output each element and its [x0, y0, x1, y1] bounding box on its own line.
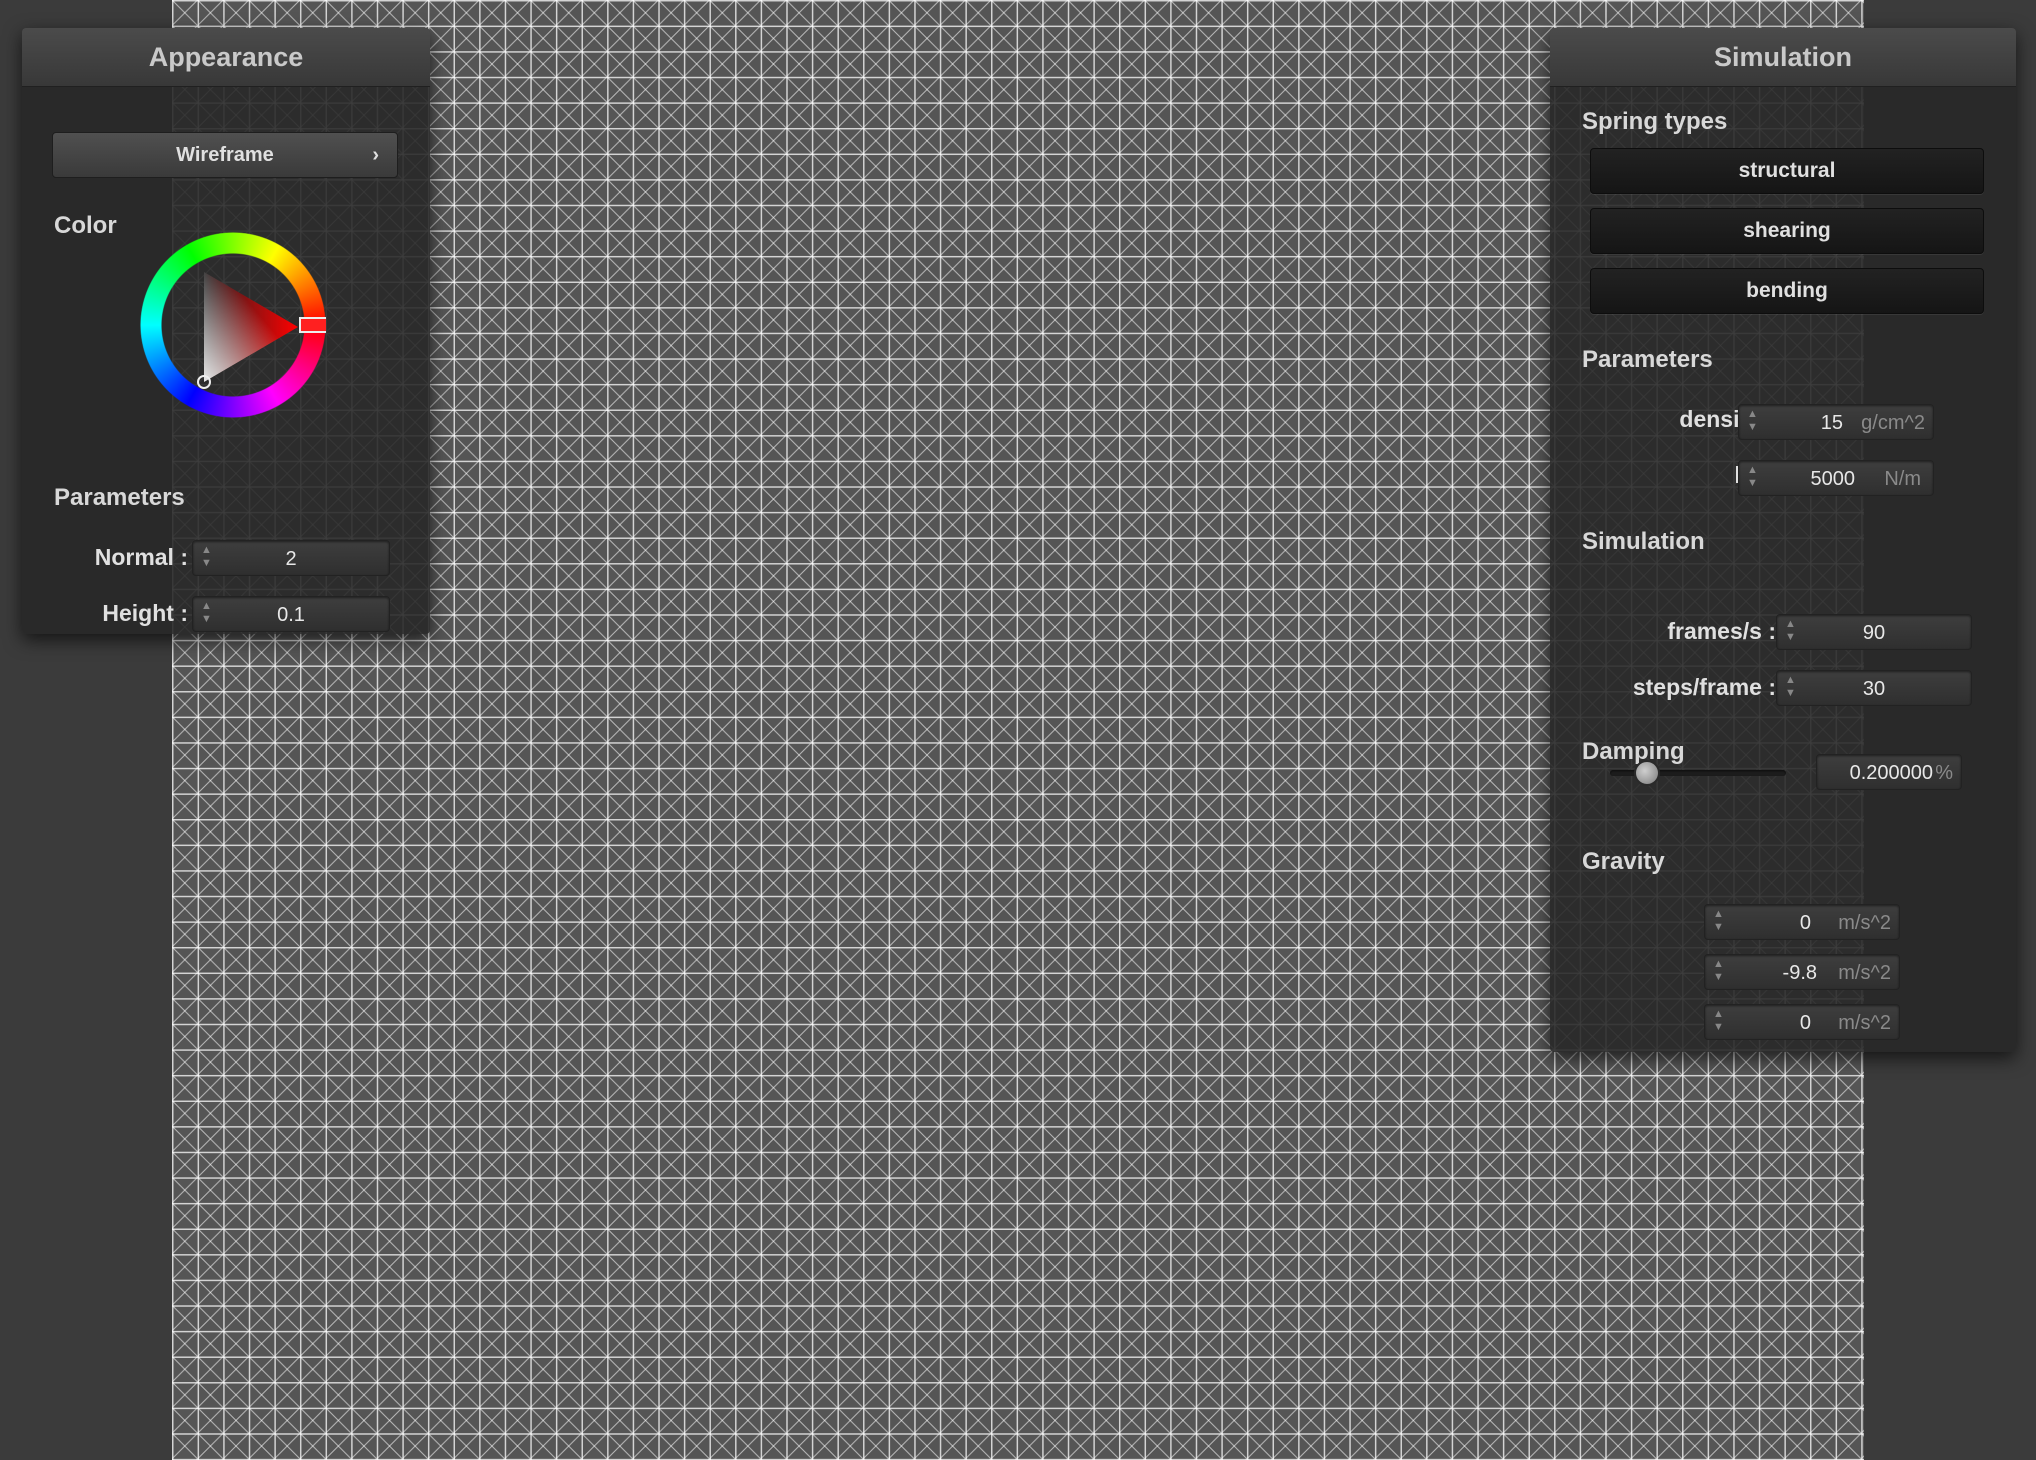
steps-per-frame-input[interactable]: ▲ ▼ 30	[1776, 670, 1972, 706]
simulation-panel-title: Simulation	[1550, 28, 2016, 87]
gravity-label: Gravity	[1582, 848, 1665, 875]
gravity-y-unit: m/s^2	[1838, 962, 1891, 984]
density-value: 15	[1820, 412, 1843, 434]
hue-picker-handle[interactable]	[299, 317, 329, 333]
damping-unit: %	[1935, 762, 1953, 784]
render-mode-value: Wireframe	[176, 144, 274, 166]
color-section-label: Color	[54, 212, 117, 239]
simulation-section-label: Simulation	[1582, 528, 1705, 555]
height-value: 0.1	[277, 604, 305, 626]
density-unit: g/cm^2	[1861, 412, 1925, 434]
frames-per-second-input[interactable]: ▲ ▼ 90	[1776, 614, 1972, 650]
gravity-z-input[interactable]: ▲ ▼ 0 m/s^2	[1704, 1004, 1900, 1040]
frames-per-second-value: 90	[1862, 622, 1886, 644]
render-mode-dropdown[interactable]: Wireframe ›	[52, 132, 398, 178]
chevron-right-icon: ›	[372, 144, 379, 166]
density-input[interactable]: ▲ ▼ 15 g/cm^2	[1738, 404, 1934, 440]
appearance-panel-title: Appearance	[22, 28, 430, 87]
frames-per-second-label: frames/s :	[1667, 618, 1776, 644]
gravity-z-unit: m/s^2	[1838, 1012, 1891, 1034]
normal-input[interactable]: ▲ ▼ 2	[192, 540, 390, 576]
up-down-arrows-icon[interactable]: ▲ ▼	[1713, 1008, 1724, 1034]
gravity-x-value: 0	[1799, 912, 1811, 934]
gravity-x-unit: m/s^2	[1838, 912, 1891, 934]
gravity-y-value: -9.8	[1782, 962, 1817, 984]
steps-per-frame-label: steps/frame :	[1632, 674, 1776, 700]
bending-spring-button[interactable]: bending	[1590, 268, 1984, 314]
damping-slider-handle[interactable]	[1634, 760, 1661, 786]
damping-value: 0.200000	[1849, 762, 1933, 784]
appearance-panel: Appearance Wireframe › Color Parameters …	[22, 28, 430, 634]
color-wheel[interactable]	[140, 232, 329, 418]
appearance-parameters-label: Parameters	[54, 484, 185, 511]
height-label: Height :	[102, 600, 188, 626]
shearing-spring-button[interactable]: shearing	[1590, 208, 1984, 254]
ks-input[interactable]: ▲ ▼ 5000 N/m	[1738, 460, 1934, 496]
simulation-parameters-label: Parameters	[1582, 346, 1713, 373]
up-down-arrows-icon[interactable]: ▲ ▼	[1747, 464, 1758, 490]
damping-label: Damping	[1582, 738, 1685, 765]
gravity-y-input[interactable]: ▲ ▼ -9.8 m/s^2	[1704, 954, 1900, 990]
damping-input[interactable]: 0.200000 %	[1816, 754, 1962, 790]
up-down-arrows-icon[interactable]: ▲ ▼	[1713, 908, 1724, 934]
structural-spring-button[interactable]: structural	[1590, 148, 1984, 194]
gravity-z-value: 0	[1799, 1012, 1811, 1034]
ks-value: 5000	[1810, 468, 1856, 490]
ks-unit: N/m	[1884, 468, 1921, 490]
up-down-arrows-icon[interactable]: ▲ ▼	[1747, 408, 1758, 434]
simulation-panel: Simulation Spring types structural shear…	[1550, 28, 2016, 1052]
normal-label: Normal :	[94, 544, 188, 570]
spring-types-label: Spring types	[1582, 108, 1728, 135]
steps-per-frame-value: 30	[1862, 678, 1886, 700]
up-down-arrows-icon[interactable]: ▲ ▼	[1713, 958, 1724, 984]
height-input[interactable]: ▲ ▼ 0.1	[192, 596, 390, 632]
normal-value: 2	[285, 548, 297, 570]
gravity-x-input[interactable]: ▲ ▼ 0 m/s^2	[1704, 904, 1900, 940]
